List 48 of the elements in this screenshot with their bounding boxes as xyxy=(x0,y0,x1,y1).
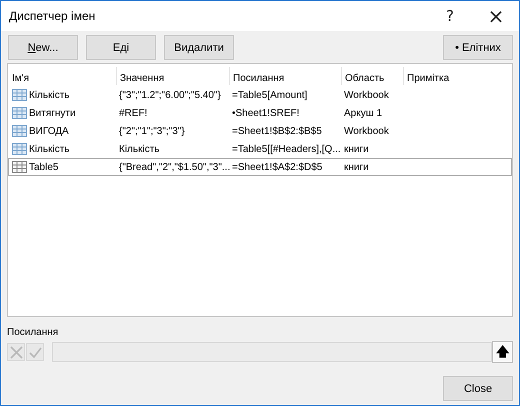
table-row[interactable]: Кількість {"3";"1.2";"6.00";"5.40"} =Table5[Amount] Workbook xyxy=(8,86,512,104)
close-button[interactable]: Close xyxy=(443,376,513,401)
table-cell: {"2";"1";"3";"3"} xyxy=(119,126,185,136)
table-cell: =Sheet1!$B$2:$B$5 xyxy=(232,126,322,136)
table-cell: =Sheet1!$A$2:$D$5 xyxy=(232,162,322,172)
grid-icon xyxy=(12,89,27,101)
grid-icon xyxy=(12,143,27,155)
grid-icon xyxy=(12,125,27,137)
checkmark-icon[interactable] xyxy=(26,343,44,361)
help-button[interactable]: ? xyxy=(427,1,473,31)
table-cell: Workbook xyxy=(344,126,389,136)
column-header[interactable]: Примітка xyxy=(403,67,511,85)
cancel-icon[interactable] xyxy=(7,343,25,361)
table-cell: =Table5[Amount] xyxy=(232,90,308,100)
table-cell: книги xyxy=(344,162,369,172)
column-header[interactable]: Значення xyxy=(116,67,229,85)
table-cell: Витягнути xyxy=(29,108,76,118)
toolbar-button[interactable]: Еді xyxy=(86,35,156,60)
table-cell: Workbook xyxy=(344,90,389,100)
table-cell: Аркуш 1 xyxy=(344,108,382,118)
table-cell: Кількість xyxy=(29,144,70,154)
column-header[interactable]: Посилання xyxy=(229,67,341,85)
collapse-button[interactable]: 🡅 xyxy=(492,341,513,363)
column-header[interactable]: Ім'я xyxy=(9,67,116,85)
table-cell: Кількість xyxy=(29,90,70,100)
table-cell: •Sheet1!SREF! xyxy=(232,108,300,118)
table-row[interactable]: ВИГОДА {"2";"1";"3";"3"} =Sheet1!$B$2:$B$5 Workbook xyxy=(8,122,512,140)
close-button[interactable]: × xyxy=(473,1,519,31)
table-cell: {"3";"1.2";"6.00";"5.40"} xyxy=(119,90,221,100)
filter-button[interactable]: • Елітних xyxy=(443,35,513,60)
column-header[interactable]: Область xyxy=(341,67,403,85)
table-cell: книги xyxy=(344,144,369,154)
table-cell: Кількість xyxy=(119,144,160,154)
grid-icon xyxy=(12,107,27,119)
toolbar-button[interactable]: Видалити xyxy=(164,35,234,60)
table-icon xyxy=(12,161,27,173)
toolbar-button[interactable]: New... xyxy=(8,35,78,60)
table-cell: =Table5[[#Headers],[Q... xyxy=(232,144,341,154)
window-title: Диспетчер імен xyxy=(9,9,96,23)
table-cell: #REF! xyxy=(119,108,148,118)
table-cell: {"Bread","2","$1.50","3"... xyxy=(119,162,230,172)
table-cell: Table5 xyxy=(29,162,58,172)
table-row[interactable]: Витягнути #REF! •Sheet1!SREF! Аркуш 1 xyxy=(8,104,512,122)
refers-to-field[interactable] xyxy=(52,342,492,362)
refers-to-label: Посилання xyxy=(7,327,60,340)
table-cell: ВИГОДА xyxy=(29,126,69,136)
table-row[interactable]: Кількість Кількість =Table5[[#Headers],[Q... книги xyxy=(8,140,512,158)
table-row[interactable]: Table5 {"Bread","2","$1.50","3"... =Sheet1!$A$2:$D$5 книги xyxy=(8,158,512,176)
